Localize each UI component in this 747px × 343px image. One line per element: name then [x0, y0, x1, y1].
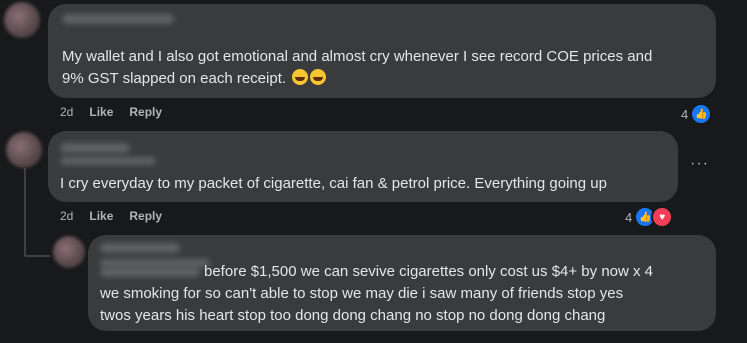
reaction-summary[interactable]: 4 👍 ♥ [625, 206, 674, 228]
reaction-count: 4 [625, 209, 633, 225]
love-icon: ♥ [651, 206, 674, 228]
comment-timestamp[interactable]: 2d [60, 105, 73, 119]
commenter-name[interactable] [62, 14, 174, 24]
commenter-name[interactable] [100, 243, 180, 253]
reaction-count: 4 [681, 106, 689, 122]
like-icon: 👍 [690, 103, 713, 125]
commenter-name[interactable] [60, 143, 130, 153]
joy-emoji-icon [310, 69, 327, 85]
comment-actions: 2d Like Reply [60, 209, 162, 223]
comment-bubble: before $1,500 we can sevive cigarettes o… [88, 235, 716, 331]
reply-button[interactable]: Reply [129, 209, 162, 223]
like-button[interactable]: Like [89, 105, 113, 119]
comment-bubble: I cry everyday to my packet of cigarette… [48, 131, 678, 202]
redacted-text [100, 267, 200, 278]
comment-text: before $1,500 we can sevive cigarettes o… [100, 263, 654, 324]
comment-text: My wallet and I also got emotional and a… [62, 48, 653, 87]
more-options-button[interactable]: ··· [690, 155, 709, 173]
commenter-avatar[interactable] [6, 132, 42, 168]
commenter-badge [60, 157, 156, 165]
commenter-avatar[interactable] [53, 236, 85, 268]
thread-connector [24, 255, 50, 257]
joy-emoji-icon [292, 69, 309, 85]
comment-bubble: My wallet and I also got emotional and a… [48, 4, 716, 98]
reply-button[interactable]: Reply [129, 105, 162, 119]
thread-connector [24, 168, 26, 256]
reaction-summary[interactable]: 4 👍 [681, 103, 713, 125]
comment-timestamp[interactable]: 2d [60, 209, 73, 223]
comment-text: I cry everyday to my packet of cigarette… [60, 175, 607, 192]
comment-actions: 2d Like Reply [60, 105, 162, 119]
like-button[interactable]: Like [89, 209, 113, 223]
commenter-avatar[interactable] [4, 2, 40, 38]
